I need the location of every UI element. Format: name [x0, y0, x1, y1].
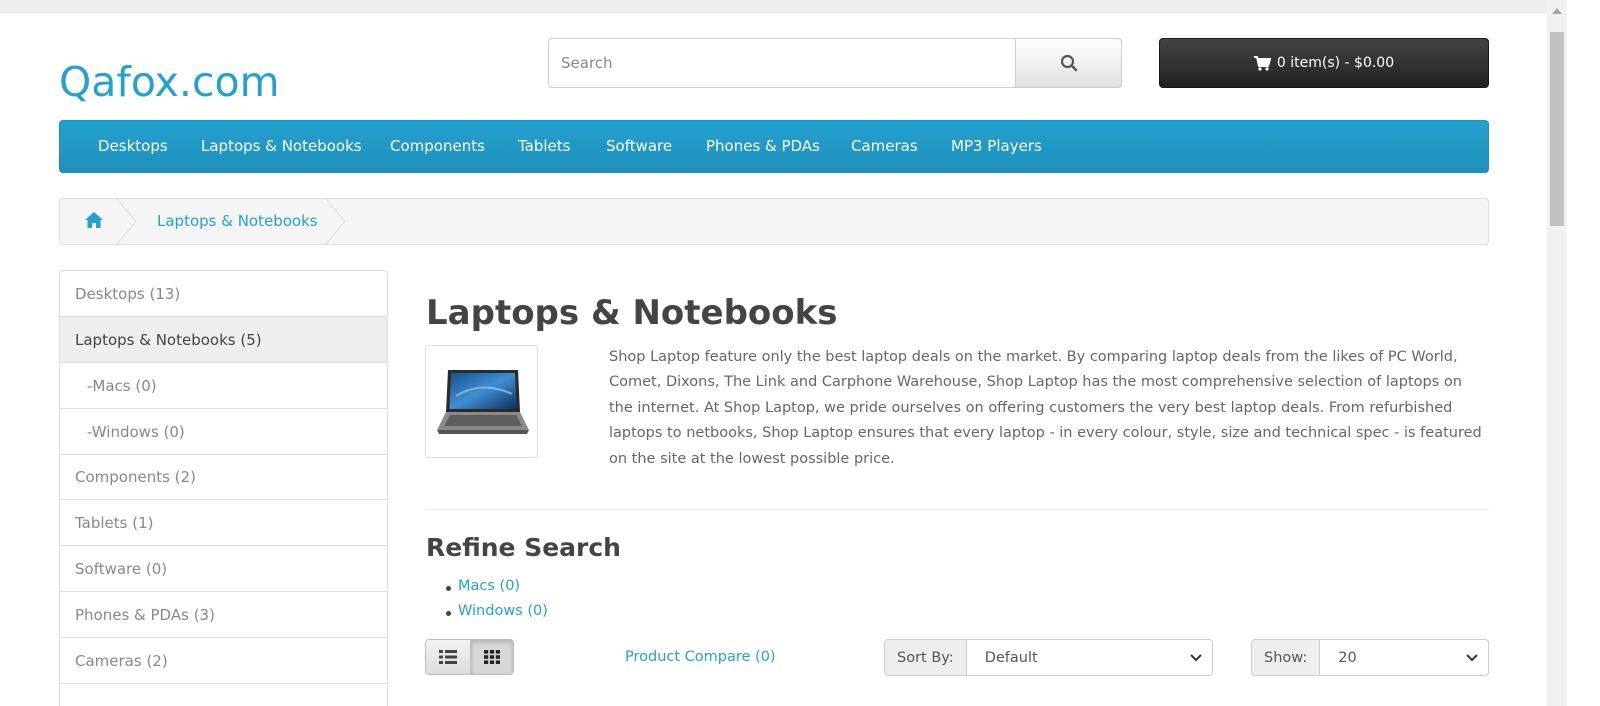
- menu-item-software[interactable]: Software: [606, 137, 672, 155]
- menu-item-desktops[interactable]: Desktops: [98, 137, 168, 155]
- sidebar-item-software[interactable]: Software (0): [60, 546, 387, 592]
- sidebar-item-windows[interactable]: -Windows (0): [60, 409, 387, 455]
- breadcrumb-link-laptops-notebooks[interactable]: Laptops & Notebooks: [157, 212, 318, 230]
- show-limit-value: 20: [1338, 649, 1357, 666]
- show-limit-control: Show: 20: [1251, 639, 1489, 676]
- sidebar-item-components[interactable]: Components (2): [60, 454, 387, 500]
- cart-total-label: 0 item(s) - $0.00: [1276, 55, 1395, 71]
- sort-label: Sort By:: [885, 640, 967, 675]
- search-icon: [1060, 54, 1077, 72]
- menu-item-laptops-notebooks[interactable]: Laptops & Notebooks: [201, 137, 362, 155]
- search-input[interactable]: [548, 38, 1016, 88]
- breadcrumb-separator: [116, 198, 136, 245]
- menu-item-mp3-players[interactable]: MP3 Players: [951, 137, 1042, 155]
- product-compare-link[interactable]: Product Compare (0): [625, 649, 776, 665]
- page-title: Laptops & Notebooks: [426, 293, 838, 333]
- sort-control: Sort By: Default: [884, 639, 1213, 676]
- site-logo[interactable]: Qafox.com: [59, 58, 280, 106]
- list-view-button[interactable]: [426, 640, 470, 674]
- sort-value: Default: [984, 649, 1038, 666]
- category-sidebar: Desktops (13) Laptops & Notebooks (5) -M…: [59, 270, 388, 706]
- cart-button[interactable]: 0 item(s) - $0.00: [1159, 38, 1489, 88]
- menu-item-phones-pdas[interactable]: Phones & PDAs: [706, 137, 820, 155]
- top-menu: Desktops Laptops & Notebooks Components …: [59, 120, 1489, 173]
- sidebar-item-cameras[interactable]: Cameras (2): [60, 638, 387, 684]
- refine-link-macs[interactable]: Macs (0): [446, 578, 548, 603]
- refine-list: Macs (0) Windows (0): [446, 578, 548, 628]
- sort-select[interactable]: Default: [966, 640, 1212, 675]
- grid-view-button[interactable]: [469, 640, 513, 674]
- show-label: Show:: [1252, 640, 1321, 675]
- shopping-cart-icon: [1253, 55, 1271, 71]
- show-limit-select[interactable]: 20: [1320, 640, 1488, 675]
- refine-link-windows[interactable]: Windows (0): [446, 603, 548, 628]
- divider: [425, 509, 1489, 510]
- scroll-up-arrow-icon[interactable]: [1552, 8, 1562, 14]
- sidebar-item-macs[interactable]: -Macs (0): [60, 363, 387, 409]
- list-icon: [438, 650, 457, 664]
- browser-top-strip: [0, 0, 1547, 13]
- refine-search-title: Refine Search: [426, 533, 621, 562]
- scrollbar-thumb[interactable]: [1550, 32, 1564, 226]
- category-description: Shop Laptop feature only the best laptop…: [609, 349, 1482, 467]
- page-edge: [1567, 0, 1600, 706]
- laptop-image: [436, 369, 529, 434]
- menu-item-tablets[interactable]: Tablets: [518, 137, 571, 155]
- sidebar-item-desktops[interactable]: Desktops (13): [60, 271, 387, 317]
- sidebar-item-phones-pdas[interactable]: Phones & PDAs (3): [60, 592, 387, 638]
- menu-item-components[interactable]: Components: [390, 137, 485, 155]
- chevron-down-icon: [1190, 653, 1202, 661]
- grid-icon: [483, 650, 500, 664]
- breadcrumb: Laptops & Notebooks: [59, 198, 1489, 245]
- view-toggle: [425, 639, 514, 675]
- sidebar-item-laptops-notebooks[interactable]: Laptops & Notebooks (5): [60, 317, 387, 363]
- menu-item-cameras[interactable]: Cameras: [851, 137, 918, 155]
- search-button[interactable]: [1015, 38, 1122, 88]
- home-icon[interactable]: [84, 211, 104, 233]
- category-image: [425, 345, 538, 458]
- breadcrumb-separator: [325, 198, 345, 245]
- sidebar-item-tablets[interactable]: Tablets (1): [60, 500, 387, 546]
- chevron-down-icon: [1466, 653, 1478, 661]
